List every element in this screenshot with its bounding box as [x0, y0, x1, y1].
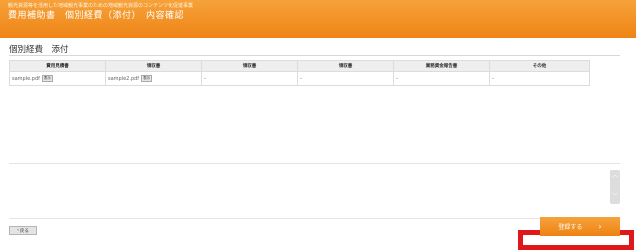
divider [9, 218, 620, 219]
column-header: 領収書 [201, 60, 298, 72]
table-cell: - [393, 71, 490, 86]
chevron-right-icon: › [598, 221, 602, 231]
column-header: 領収書 [297, 60, 394, 72]
file-name: sample.pdf [12, 75, 40, 82]
attachments-table: 費用見積書 領収書 領収書 領収書 業務資金報告書 その他 sample.pdf… [9, 60, 590, 86]
view-file-button[interactable]: 表示 [41, 75, 53, 82]
register-button[interactable]: 登録する › [540, 217, 620, 236]
column-header: その他 [489, 60, 590, 72]
file-name: sample2.pdf [108, 75, 140, 82]
page-header: 観光資源等を活用した地域観光事業のための地域観光資源のコンテンツ化促進事業 費用… [0, 0, 636, 38]
view-file-button[interactable]: 表示 [141, 75, 153, 82]
header-subtitle: 観光資源等を活用した地域観光事業のための地域観光資源のコンテンツ化促進事業 [8, 3, 194, 9]
chevron-down-icon: ﹀ [612, 193, 619, 200]
column-header: 費用見積書 [9, 60, 106, 72]
back-button[interactable]: ‹ 戻る [9, 226, 37, 235]
register-button-label: 登録する [558, 224, 583, 231]
content-panel: 費用見積書 領収書 領収書 領収書 業務資金報告書 その他 sample.pdf… [9, 55, 620, 242]
chevron-up-icon: ︿ [612, 172, 619, 179]
scroll-to-top-widget[interactable]: ︿ ﹀ [610, 170, 620, 204]
table-row: sample.pdf 表示 sample2.pdf 表示 - - - - [9, 71, 590, 86]
table-cell: - [489, 71, 590, 86]
divider [9, 163, 620, 164]
back-button-label: 戻る [19, 228, 29, 234]
column-header: 領収書 [105, 60, 202, 72]
column-header: 業務資金報告書 [393, 60, 490, 72]
header-title: 費用補助書 個別経費（添付） 内容確認 [8, 11, 185, 21]
table-cell: sample.pdf 表示 [9, 71, 106, 86]
table-cell: - [201, 71, 298, 86]
section-title: 個別経費 添付 [9, 45, 69, 55]
chevron-left-icon: ‹ [17, 228, 19, 233]
table-cell: - [297, 71, 394, 86]
table-header-row: 費用見積書 領収書 領収書 領収書 業務資金報告書 その他 [9, 60, 590, 72]
table-cell: sample2.pdf 表示 [105, 71, 202, 86]
